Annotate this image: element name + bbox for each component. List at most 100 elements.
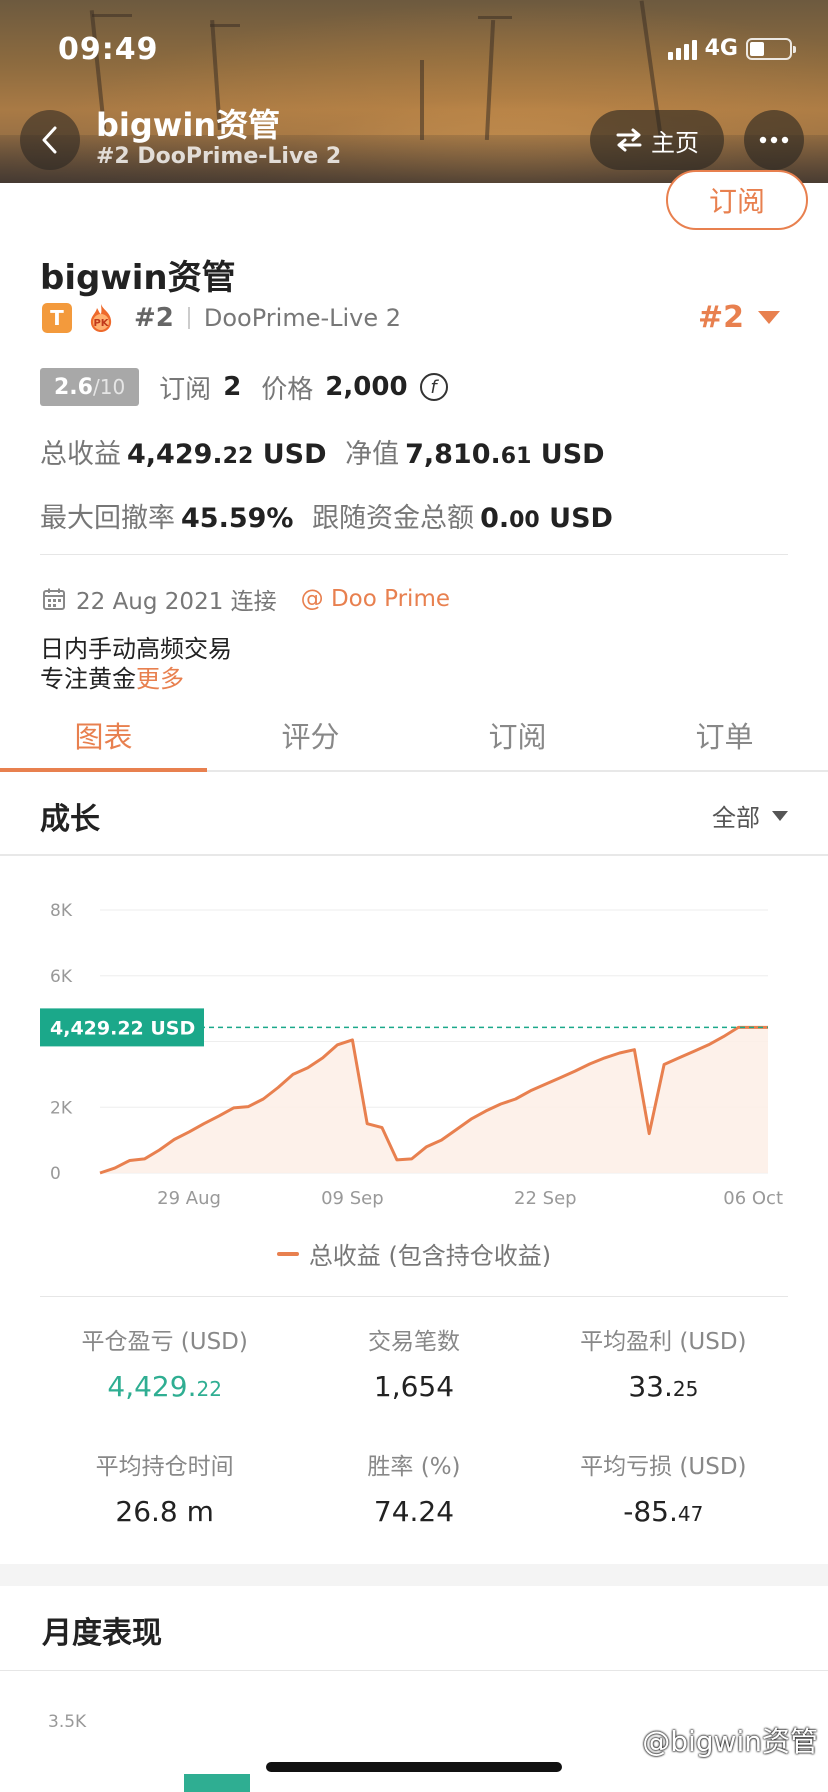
header-subtitle: #2 DooPrime-Live 2: [96, 144, 342, 169]
header-title: bigwin资管: [96, 106, 281, 144]
y-tick-label: 0: [50, 1164, 61, 1184]
metric-trade-count: 交易笔数 1,654: [289, 1322, 538, 1403]
tab-subscribe[interactable]: 订阅: [414, 700, 621, 770]
series-area: [100, 1027, 768, 1173]
subscribe-button[interactable]: 订阅: [666, 170, 808, 230]
metric-avg-hold-time: 平均持仓时间 26.8 m: [40, 1447, 289, 1528]
tab-chart[interactable]: 图表: [0, 700, 207, 772]
metric-decimals: 22: [196, 1377, 222, 1401]
metric-decimals: 47: [677, 1502, 704, 1526]
tab-rating[interactable]: 评分: [207, 700, 414, 770]
follow-funds-currency: USD: [549, 503, 613, 534]
score-max: /10: [92, 375, 126, 399]
metric-value: 1,654: [373, 1370, 455, 1403]
follow-funds-value: 0.: [480, 503, 510, 534]
rank-label: #2: [134, 303, 174, 333]
metric-value: 26.8 m: [115, 1495, 214, 1528]
range-label: 全部: [712, 804, 760, 832]
drawdown-row: 最大回撤率 45.59% 跟随资金总额 0.00 USD: [40, 496, 619, 535]
tab-orders[interactable]: 订单: [621, 700, 828, 770]
score-value: 2.6: [54, 374, 93, 400]
rank-dropdown[interactable]: #2: [698, 300, 780, 335]
y-tick-label: 2K: [50, 1098, 73, 1118]
total-profit-label: 总收益: [40, 439, 121, 470]
range-dropdown[interactable]: 全部: [712, 798, 788, 833]
status-indicators: 4G: [667, 36, 796, 61]
connect-date: 22 Aug 2021 连接: [76, 589, 277, 615]
divider: [40, 554, 788, 555]
x-tick-label: 29 Aug: [157, 1188, 221, 1209]
follow-funds-label: 跟随资金总额: [312, 503, 475, 534]
net-value-decimals: 61: [500, 444, 532, 469]
divider: [0, 1670, 828, 1671]
monthly-title: 月度表现: [42, 1616, 162, 1651]
battery-icon: [746, 37, 796, 60]
calendar-icon: [43, 588, 65, 610]
metrics-grid: 平仓盈亏 (USD) 4,429.22 交易笔数 1,654 平均盈利 (USD…: [40, 1322, 788, 1528]
price-label: 价格: [261, 374, 314, 405]
subscribe-count: 2: [223, 372, 242, 402]
y-tick-label: 6K: [50, 967, 73, 987]
weibo-logo-icon: [614, 1731, 640, 1750]
back-button[interactable]: [20, 110, 80, 170]
network-type: 4G: [704, 36, 738, 61]
trader-type-badge: T: [42, 303, 72, 333]
growth-header: 成长 全部: [0, 772, 828, 856]
total-profit-decimals: 22: [222, 444, 254, 469]
rating-row: 2.6/10 订阅 2 价格 2,000 f: [40, 368, 448, 406]
status-time: 09:49: [58, 32, 159, 67]
pk-flame-icon[interactable]: PK: [86, 303, 116, 333]
description-line-2: 专注黄金: [40, 665, 136, 693]
metric-label: 交易笔数: [367, 1329, 460, 1355]
metric-avg-loss: 平均亏损 (USD) -85.47: [539, 1447, 788, 1528]
metric-label: 胜率 (%): [367, 1454, 461, 1480]
follow-funds-decimals: 00: [509, 508, 540, 533]
profit-row: 总收益 4,429.22 USD 净值 7,810.61 USD: [40, 432, 611, 471]
metric-value: -85.: [623, 1495, 678, 1528]
connection-row: 22 Aug 2021 连接 @ Doo Prime: [42, 582, 450, 616]
net-value-currency: USD: [540, 439, 605, 470]
metric-value: 4,429.: [107, 1370, 197, 1403]
server-name: DooPrime-Live 2: [203, 304, 402, 332]
currency-coin-icon: f: [419, 373, 448, 401]
home-button[interactable]: 主页: [590, 110, 724, 170]
metric-label: 平均亏损 (USD): [580, 1454, 747, 1480]
metric-label: 平均盈利 (USD): [580, 1329, 747, 1355]
score-badge: 2.6/10: [40, 368, 140, 406]
home-button-label: 主页: [651, 128, 699, 157]
metric-win-rate: 胜率 (%) 74.24: [289, 1447, 538, 1528]
price-value: 2,000: [325, 372, 408, 402]
growth-title: 成长: [40, 802, 100, 837]
section-separator: [0, 1564, 828, 1586]
max-drawdown-value: 45.59%: [181, 503, 294, 534]
divider: [40, 1296, 788, 1297]
signal-icon: [667, 38, 697, 60]
x-tick-label: 09 Sep: [321, 1188, 384, 1209]
more-link[interactable]: 更多: [136, 665, 184, 693]
x-tick-label: 22 Sep: [514, 1188, 577, 1209]
metric-closed-pnl: 平仓盈亏 (USD) 4,429.22: [40, 1322, 289, 1403]
chevron-left-icon: [42, 126, 57, 154]
monthly-bar: [184, 1774, 250, 1792]
metric-decimals: 25: [672, 1377, 699, 1401]
metric-avg-profit: 平均盈利 (USD) 33.25: [539, 1322, 788, 1403]
more-options-button[interactable]: [744, 110, 804, 170]
watermark: @bigwin资管: [614, 1720, 818, 1760]
svg-text:PK: PK: [93, 318, 109, 329]
current-value-label: 4,429.22 USD: [50, 1017, 195, 1039]
net-value-label: 净值: [345, 439, 400, 470]
max-drawdown-label: 最大回撤率: [40, 503, 175, 534]
metric-label: 平仓盈亏 (USD): [81, 1329, 248, 1355]
tag-row: T PK #2 DooPrime-Live 2: [42, 302, 401, 334]
monthly-axis-label: 3.5K: [48, 1712, 87, 1732]
chart-legend: 总收益 (包含持仓收益): [0, 1236, 828, 1271]
home-indicator[interactable]: [266, 1762, 562, 1772]
description-line-1: 日内手动高频交易: [40, 635, 232, 663]
metric-value: 74.24: [373, 1495, 455, 1528]
swap-icon: [616, 128, 642, 152]
x-tick-label: 06 Oct: [723, 1188, 783, 1209]
broker-link[interactable]: @ Doo Prime: [301, 586, 450, 612]
growth-chart: 0 2K 6K 8K 4,429.22 USD 29 Aug 09 Sep 22 Sep 06 …: [40, 901, 783, 1209]
subscribe-count-label: 订阅: [159, 374, 212, 405]
trader-name: bigwin资管: [40, 258, 236, 298]
